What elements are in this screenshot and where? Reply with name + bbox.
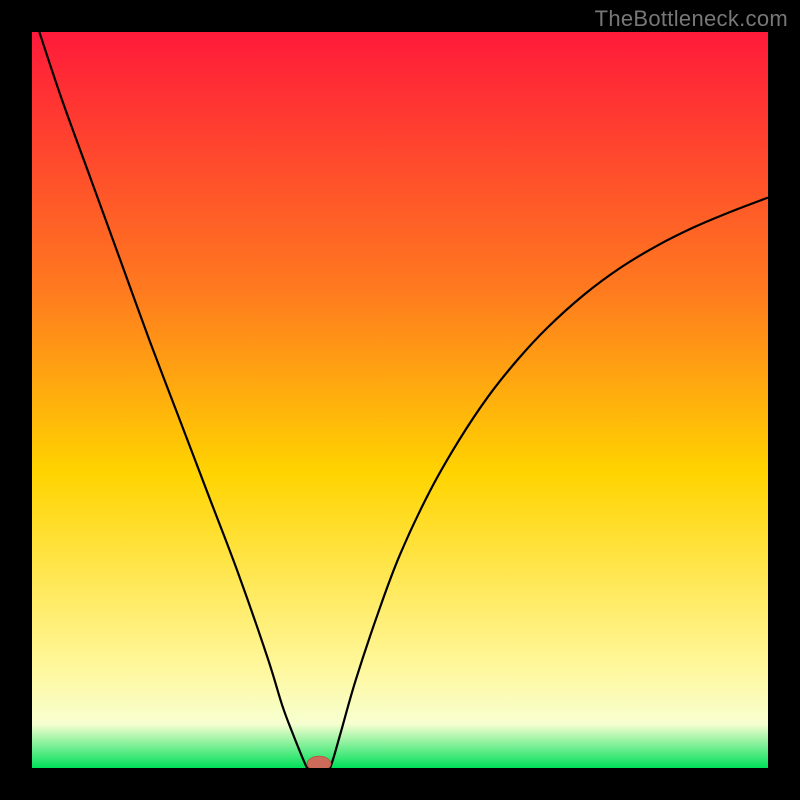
chart-svg xyxy=(32,32,768,768)
minimum-marker xyxy=(307,756,331,768)
gradient-background xyxy=(32,32,768,768)
chart-frame: TheBottleneck.com xyxy=(0,0,800,800)
plot-area xyxy=(32,32,768,768)
watermark-text: TheBottleneck.com xyxy=(595,6,788,32)
